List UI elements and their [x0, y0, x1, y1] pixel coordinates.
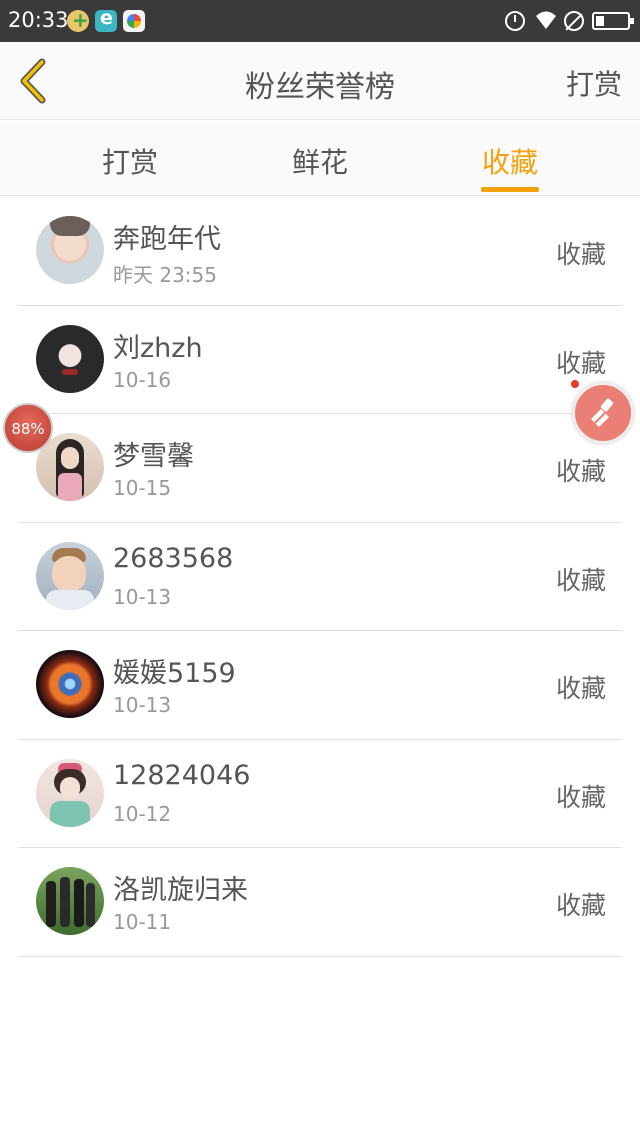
- fan-date: 10-15: [113, 476, 172, 500]
- reward-button[interactable]: 打赏: [566, 63, 622, 103]
- avatar[interactable]: [36, 324, 104, 393]
- favorite-label: 收藏: [555, 565, 606, 595]
- list-item[interactable]: 洛凯旋归来 10-11 收藏: [18, 848, 622, 957]
- fan-name: 12824046: [113, 759, 251, 791]
- status-bar: 20:33: [0, 0, 640, 42]
- favorite-label: 收藏: [555, 891, 606, 920]
- list-item[interactable]: 刘zhzh 10-16 收藏: [18, 306, 622, 414]
- status-time: 20:33: [8, 8, 69, 32]
- wifi-icon: [534, 9, 558, 33]
- fan-name: 媛媛5159: [113, 658, 236, 689]
- favorite-label: 收藏: [555, 782, 606, 812]
- fan-date: 10-11: [113, 910, 172, 934]
- list-item[interactable]: 媛媛5159 10-13 收藏: [18, 631, 622, 740]
- memory-progress-bubble[interactable]: 88%: [3, 403, 53, 453]
- do-not-disturb-icon: [564, 11, 584, 31]
- avatar[interactable]: [36, 541, 104, 610]
- battery-icon: [592, 12, 634, 30]
- fan-name: 奔跑年代: [113, 224, 221, 255]
- app-plus-icon: [67, 8, 89, 32]
- fan-name: 梦雪馨: [113, 441, 194, 472]
- list-item[interactable]: 奔跑年代 昨天 23:55 收藏: [18, 197, 622, 306]
- browser-e-icon: [95, 7, 117, 32]
- page-title: 粉丝荣誉榜: [245, 70, 395, 105]
- favorite-label: 收藏: [555, 348, 606, 378]
- notification-dot: [571, 380, 579, 388]
- app-pinwheel-icon: [123, 10, 145, 32]
- tab-bar: 打赏 鲜花 收藏: [0, 121, 640, 196]
- fan-date: 10-13: [113, 584, 172, 609]
- fan-name: 洛凯旋归来: [113, 875, 248, 906]
- list-item[interactable]: 12824046 10-12 收藏: [18, 740, 622, 848]
- avatar[interactable]: [36, 867, 104, 935]
- clean-button[interactable]: [572, 382, 634, 444]
- favorite-label: 收藏: [555, 240, 606, 269]
- fan-list: 奔跑年代 昨天 23:55 收藏 刘zhzh 10-16 收藏 梦雪馨 10-1…: [18, 197, 622, 957]
- fan-name: 2683568: [113, 542, 234, 574]
- broom-icon: [591, 398, 614, 427]
- fan-date: 10-12: [113, 801, 172, 826]
- tab-flowers[interactable]: 鲜花: [260, 141, 380, 181]
- favorite-label: 收藏: [555, 674, 606, 703]
- fan-name: 刘zhzh: [113, 332, 203, 364]
- list-item[interactable]: 2683568 10-13 收藏: [18, 523, 622, 631]
- fan-date: 10-13: [113, 693, 172, 717]
- avatar[interactable]: [36, 216, 104, 284]
- avatar[interactable]: [36, 650, 104, 718]
- fan-date: 10-16: [113, 367, 172, 392]
- alarm-icon: [505, 11, 525, 31]
- fan-date: 昨天 23:55: [113, 263, 217, 287]
- app-header: 粉丝荣誉榜 打赏: [0, 42, 640, 120]
- tab-reward[interactable]: 打赏: [70, 141, 190, 181]
- progress-label: 88%: [11, 420, 45, 438]
- tab-favorites[interactable]: 收藏: [450, 141, 570, 181]
- avatar[interactable]: [36, 758, 104, 827]
- active-tab-indicator: [481, 187, 539, 192]
- favorite-label: 收藏: [555, 457, 606, 486]
- list-item[interactable]: 梦雪馨 10-15 收藏: [18, 414, 622, 523]
